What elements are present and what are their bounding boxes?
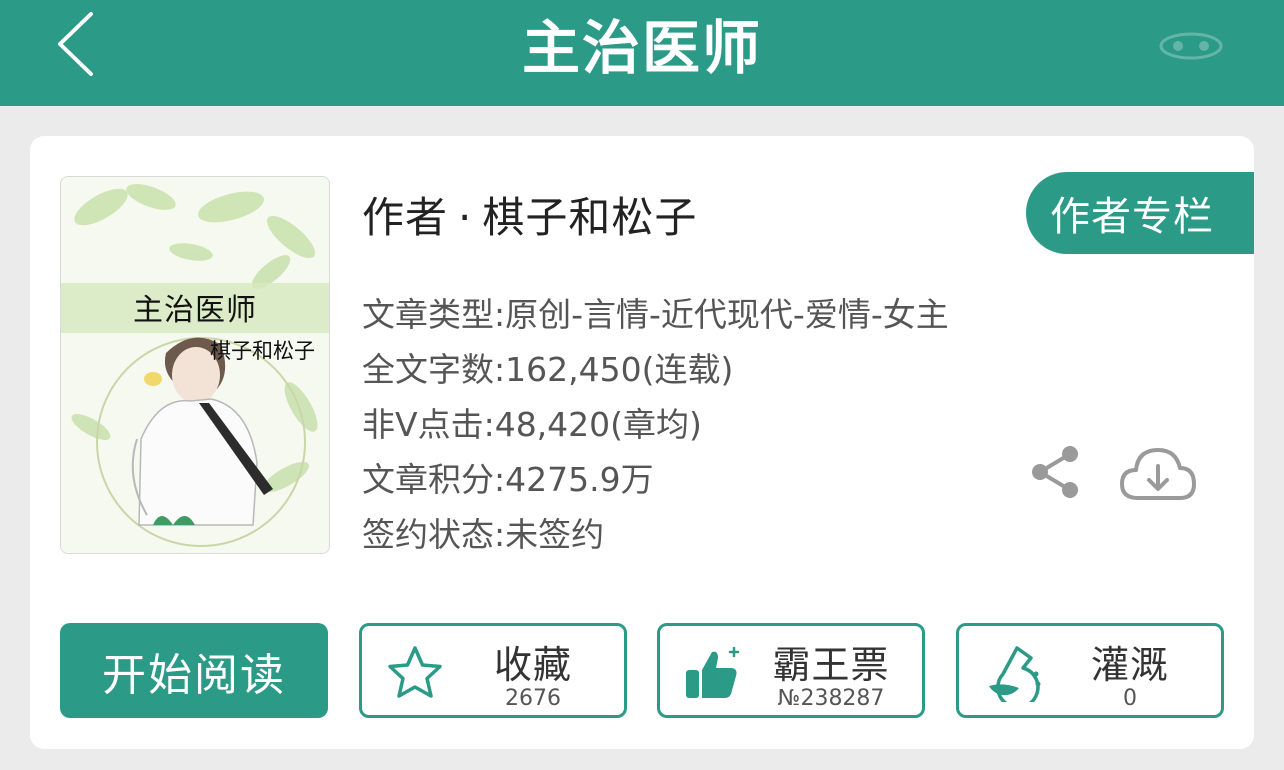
meta-clicks: 非V点击:48,420(章均) [362, 405, 702, 444]
start-reading-button[interactable]: 开始阅读 [60, 623, 328, 718]
author-prefix: 作者 [362, 193, 449, 242]
flask-icon [989, 646, 1041, 702]
meta-article-type: 文章类型:原创-言情-近代现代-爱情-女主 [362, 295, 949, 334]
collect-count: 2676 [505, 686, 561, 711]
author-name[interactable]: 棋子和松子 [482, 193, 697, 242]
author-column-button[interactable]: 作者专栏 [1026, 172, 1254, 254]
top-bar: 主治医师 [0, 0, 1284, 106]
meta-word-count: 全文字数:162,450(连载) [362, 350, 734, 389]
share-icon [1032, 446, 1078, 498]
page-title: 主治医师 [521, 14, 762, 82]
cover-author: 棋子和松子 [210, 339, 315, 363]
author-separator: · [458, 193, 473, 242]
book-cover[interactable]: 主治医师 棋子和松子 [60, 176, 330, 554]
thumbs-up-icon [686, 646, 740, 698]
cover-illustration [61, 177, 329, 553]
vote-button[interactable]: 霸王票 №238287 [657, 623, 925, 718]
vote-count: №238287 [777, 686, 885, 711]
cover-title: 主治医师 [133, 293, 257, 328]
meta-score: 文章积分:4275.9万 [362, 460, 654, 499]
share-button[interactable] [1026, 442, 1082, 502]
water-label: 灌溉 [1090, 643, 1169, 687]
cloud-download-icon [1120, 448, 1196, 500]
collect-button[interactable]: 收藏 2676 [359, 623, 627, 718]
meta-sign-status: 签约状态:未签约 [362, 515, 605, 554]
water-count: 0 [1123, 686, 1137, 711]
author-line[interactable]: 作者 · 棋子和松子 [362, 184, 697, 245]
star-icon [388, 646, 442, 698]
book-info-card: 主治医师 棋子和松子 作者 · 棋子和松子 作者专栏 文章类型:原创-言情-近代现代… [30, 136, 1254, 749]
collect-label: 收藏 [493, 643, 572, 687]
water-button[interactable]: 灌溉 0 [956, 623, 1224, 718]
watermark-logo [1159, 32, 1223, 60]
download-button[interactable] [1118, 442, 1198, 504]
vote-label: 霸王票 [772, 643, 890, 687]
